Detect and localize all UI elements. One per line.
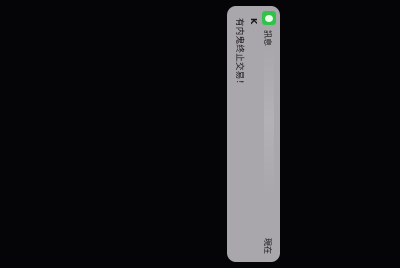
message-text: 有内鬼终止交易！ [234,18,244,89]
notification-time: 現在 [263,238,272,254]
sender-name: K [249,18,258,25]
banner-sheen [264,46,274,196]
app-name: 訊息 [263,30,272,46]
messages-app-icon [262,11,276,25]
notification-banner[interactable]: 訊息 K 有内鬼终止交易！ 現在 [227,6,280,262]
chat-bubble-icon [265,14,273,22]
